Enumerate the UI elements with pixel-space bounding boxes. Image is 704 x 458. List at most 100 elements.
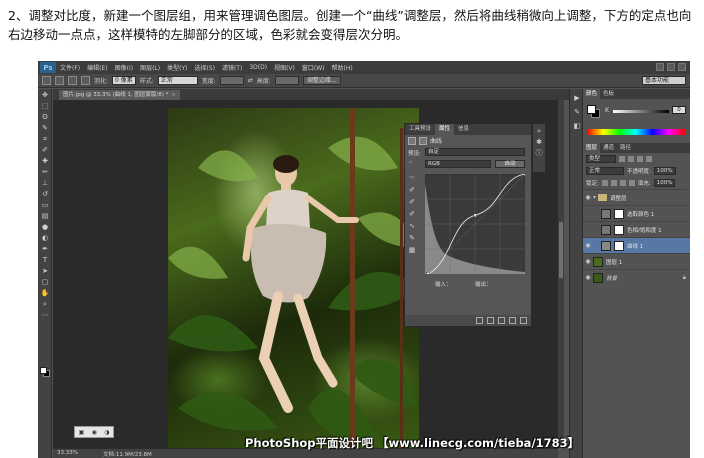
type-icon[interactable]: T xyxy=(40,255,50,265)
filter-pixel-icon[interactable] xyxy=(619,156,625,162)
white-point-eyedropper-icon[interactable]: ✐ xyxy=(408,210,416,218)
pen-icon[interactable]: ✒ xyxy=(40,244,50,254)
lock-all-icon[interactable] xyxy=(628,180,635,186)
zoom-level[interactable]: 33.33% xyxy=(57,450,78,456)
dodge-icon[interactable]: ◐ xyxy=(40,233,50,243)
workspace-select[interactable]: 基本功能 xyxy=(642,76,686,85)
layer-mask-thumb[interactable] xyxy=(614,224,624,235)
filter-type-icon[interactable] xyxy=(637,156,643,162)
layer-mask-icon[interactable] xyxy=(419,136,427,145)
gray-point-eyedropper-icon[interactable]: ✐ xyxy=(408,198,416,206)
mini-tool-1-icon[interactable]: ▣ xyxy=(79,429,85,436)
k-value-input[interactable]: 0 xyxy=(672,106,686,114)
menu-image[interactable]: 图像(I) xyxy=(115,63,133,72)
fill-input[interactable]: 100% xyxy=(653,179,676,187)
tab-info[interactable]: 信息 xyxy=(454,124,473,135)
menu-file[interactable]: 文件(F) xyxy=(60,63,80,72)
marquee-tool-icon[interactable] xyxy=(42,76,51,85)
tab-swatches[interactable]: 色板 xyxy=(600,89,617,99)
curve-point-2[interactable] xyxy=(473,213,477,217)
minimize-button[interactable] xyxy=(656,63,664,71)
menu-filter[interactable]: 滤镜(T) xyxy=(222,63,242,72)
expand-arrow-icon[interactable]: ▾ xyxy=(593,194,596,201)
dock-collapse-icon[interactable]: » xyxy=(535,127,543,135)
menu-layer[interactable]: 图层(L) xyxy=(140,63,160,72)
lasso-icon[interactable]: ʘ xyxy=(40,112,50,122)
blur-icon[interactable]: ● xyxy=(40,222,50,232)
foreground-color-swatch[interactable] xyxy=(40,367,47,374)
blend-mode-select[interactable]: 正常 xyxy=(586,167,624,175)
path-select-icon[interactable]: ➤ xyxy=(40,266,50,276)
maximize-button[interactable] xyxy=(667,63,675,71)
auto-button[interactable]: 自动 xyxy=(495,160,525,168)
view-previous-icon[interactable] xyxy=(487,317,494,324)
dock-settings-icon[interactable]: ✱ xyxy=(535,138,543,146)
vertical-scrollbar[interactable] xyxy=(558,100,564,448)
brush-icon[interactable]: ✏ xyxy=(40,167,50,177)
visibility-eye-icon[interactable]: ◉ xyxy=(583,274,593,281)
filter-shape-icon[interactable] xyxy=(646,156,652,162)
clip-to-layer-icon[interactable] xyxy=(476,317,483,324)
visibility-eye-icon[interactable]: ◉ xyxy=(583,258,593,265)
foreground-chip[interactable] xyxy=(587,105,596,114)
add-selection-icon[interactable] xyxy=(68,76,77,85)
tab-color[interactable]: 颜色 xyxy=(583,89,601,99)
refine-edge-button[interactable]: 调整边缘... xyxy=(302,76,341,85)
dock-info-icon[interactable]: ⓘ xyxy=(535,149,543,157)
lock-image-icon[interactable] xyxy=(610,180,617,186)
tab-channels[interactable]: 通道 xyxy=(600,143,617,153)
channel-select[interactable]: RGB xyxy=(425,160,491,168)
clone-stamp-icon[interactable]: ⊥ xyxy=(40,178,50,188)
channel-icon[interactable]: ☜ xyxy=(408,160,413,166)
layer-mask-thumb[interactable] xyxy=(614,208,624,219)
kind-filter-select[interactable]: 类型 xyxy=(586,155,616,163)
menu-view[interactable]: 视图(V) xyxy=(274,63,295,72)
shape-icon[interactable]: ▢ xyxy=(40,277,50,287)
curve-point-1[interactable] xyxy=(426,272,430,275)
hand-icon[interactable]: ✋ xyxy=(40,288,50,298)
menu-edit[interactable]: 编辑(E) xyxy=(87,63,107,72)
menu-window[interactable]: 窗口(W) xyxy=(302,63,325,72)
height-input[interactable] xyxy=(274,76,299,85)
close-button[interactable] xyxy=(678,63,686,71)
pencil-draw-icon[interactable]: ✎ xyxy=(408,234,416,242)
curve-edit-icon[interactable]: ∿ xyxy=(408,222,416,230)
zoom-icon[interactable]: ⌕ xyxy=(40,299,50,309)
opacity-input[interactable]: 100% xyxy=(653,167,676,175)
history-brush-icon[interactable]: ↺ xyxy=(40,189,50,199)
layer-row-selective-color[interactable]: 选取颜色 1 xyxy=(583,205,690,221)
vertical-scroll-thumb[interactable] xyxy=(559,222,563,278)
marquee-icon[interactable]: ⬚ xyxy=(40,101,50,111)
document-info[interactable]: 文档:11.9M/23.8M xyxy=(103,450,152,458)
preset-select[interactable]: 自定 xyxy=(425,148,525,156)
lock-position-icon[interactable] xyxy=(619,180,626,186)
layer-row-layer-1[interactable]: ◉ 图层 1 xyxy=(583,253,690,269)
crop-icon[interactable]: ⌗ xyxy=(40,134,50,144)
history-panel-icon[interactable]: ▶ xyxy=(572,93,582,103)
new-selection-icon[interactable] xyxy=(55,76,64,85)
filter-adjustment-icon[interactable] xyxy=(628,156,634,162)
brush-panel-icon[interactable]: ✎ xyxy=(572,107,582,117)
tab-layers[interactable]: 图层 xyxy=(583,143,601,153)
style-select[interactable]: 正常 xyxy=(157,76,198,85)
menu-type[interactable]: 类型(Y) xyxy=(167,63,187,72)
canvas-image[interactable] xyxy=(168,108,419,448)
curves-graph[interactable] xyxy=(425,174,525,274)
move-tool-icon[interactable]: ✥ xyxy=(40,90,50,100)
delete-adjustment-icon[interactable] xyxy=(520,317,527,324)
k-slider[interactable] xyxy=(613,110,669,113)
more-tools-icon[interactable]: ⋯ xyxy=(40,310,50,320)
layer-mask-thumb[interactable] xyxy=(614,240,624,251)
subtract-selection-icon[interactable] xyxy=(81,76,90,85)
layer-row-curves[interactable]: ◉ 曲线 1 xyxy=(583,237,690,253)
close-tab-icon[interactable]: × xyxy=(171,92,176,98)
curve-point-3[interactable] xyxy=(523,174,526,176)
document-tab[interactable]: 图片.jpg @ 33.3% (曲线 1, 图层蒙版/8) * × xyxy=(59,90,180,100)
layer-row-background[interactable]: ◉ 背景 🔒︎ xyxy=(583,269,690,285)
menu-select[interactable]: 选择(S) xyxy=(194,63,215,72)
color-spectrum[interactable] xyxy=(587,129,685,135)
layer-row-group[interactable]: ◉ ▾ 调整层 xyxy=(583,189,690,205)
gradient-icon[interactable]: ▤ xyxy=(40,211,50,221)
visibility-toggle-icon[interactable] xyxy=(509,317,516,324)
menu-help[interactable]: 帮助(H) xyxy=(332,63,353,72)
